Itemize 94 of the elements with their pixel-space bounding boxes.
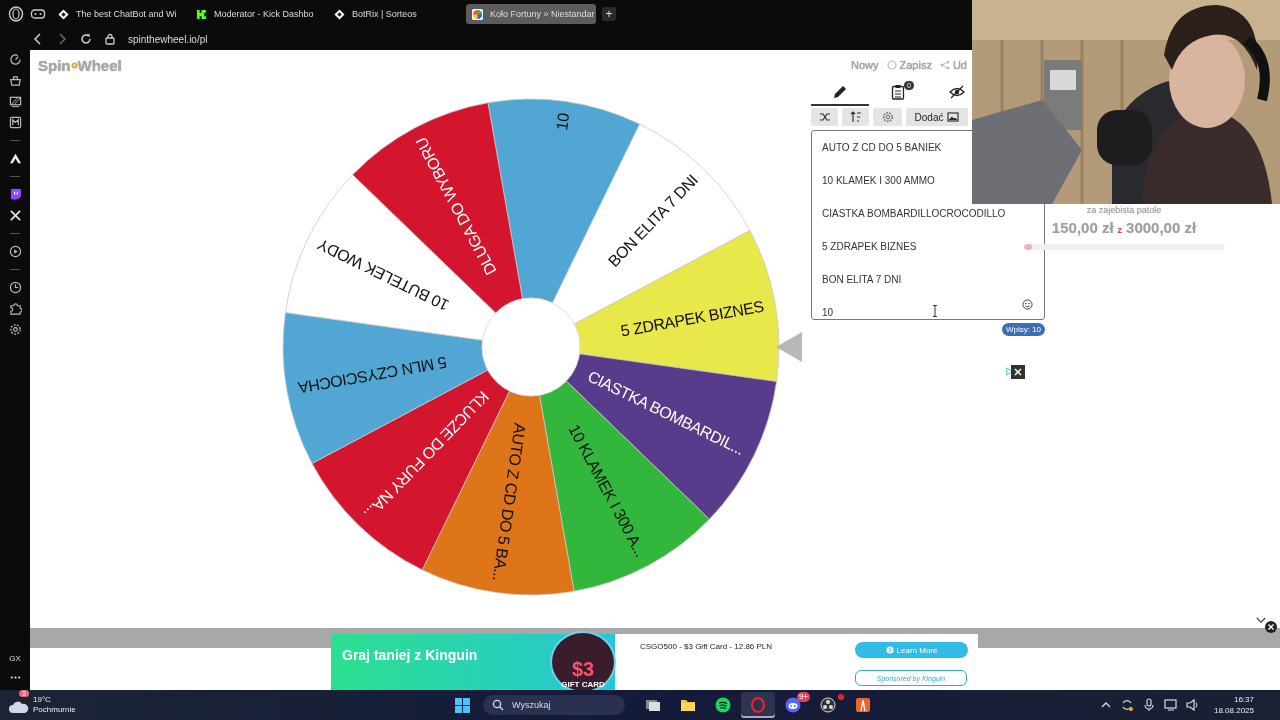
- date-text: 18.08.2025: [1213, 705, 1254, 716]
- search-field[interactable]: Wyszukaj: [483, 695, 625, 715]
- clock[interactable]: 16:37 18.08.2025: [1213, 694, 1254, 716]
- notification-badge: 9+: [796, 692, 810, 702]
- controller-face-icon: [785, 697, 801, 713]
- chat-bubble-icon[interactable]: [8, 188, 22, 201]
- text-cursor-icon: [932, 305, 938, 317]
- ad-banner[interactable]: Graj taniej z Kinguin $3 GIFT CARD: [331, 634, 615, 690]
- shuffle-button[interactable]: [811, 108, 838, 126]
- settings-icon: [881, 111, 894, 123]
- add-image-button[interactable]: Dodać: [906, 108, 968, 126]
- entry-text: 5 ZDRAPEK BIZNES: [822, 241, 917, 253]
- browser-tab[interactable]: The best ChatBot and Wi: [52, 4, 184, 24]
- weather-condition: Pochmurnie: [33, 705, 76, 715]
- entry-text: AUTO Z CD DO 5 BANIEK: [822, 142, 942, 154]
- gx-label[interactable]: GX: [9, 654, 21, 663]
- lock-icon: [104, 33, 116, 45]
- start-icon[interactable]: [455, 697, 470, 713]
- arrow-circle-icon: [885, 646, 894, 654]
- sort-icon: [849, 111, 862, 123]
- pencil-icon: [832, 84, 848, 100]
- bag-icon[interactable]: [8, 74, 22, 87]
- target-amount: 3000,00 zł: [1126, 219, 1197, 236]
- cross-icon[interactable]: [8, 209, 22, 222]
- browser-logo-icon[interactable]: [8, 6, 24, 22]
- forward-icon[interactable]: [56, 33, 68, 45]
- microphone-icon[interactable]: [1141, 698, 1156, 712]
- windows-stack-icon: [645, 697, 661, 713]
- shuffle-icon: [818, 111, 831, 123]
- emoji-icon[interactable]: [1022, 299, 1033, 310]
- ring-icon: [750, 697, 766, 713]
- peak-icon[interactable]: [8, 152, 22, 165]
- close-icon: [1013, 367, 1023, 377]
- temperature-text: 19°C: [33, 695, 52, 705]
- back-icon[interactable]: [32, 33, 44, 45]
- sound-waves-icon: [715, 697, 731, 713]
- segment-label: AUTO Z CD DO 5 BA...: [489, 422, 529, 582]
- speaker-icon[interactable]: [1185, 698, 1200, 712]
- play-icon[interactable]: [8, 245, 22, 258]
- browser-tab[interactable]: Koło Fortuny » Niestandar: [466, 4, 596, 24]
- browser-tab[interactable]: Moderator - Kick Dashbo: [190, 4, 322, 24]
- offer-text: CSGO500 - $3 Gift Card - 12.86 PLN: [640, 642, 773, 653]
- entry-text: 10: [822, 307, 834, 319]
- sort-button[interactable]: [842, 108, 869, 126]
- separator-text: z: [1117, 225, 1123, 235]
- time-text: 16:37: [1233, 694, 1254, 705]
- clock-icon[interactable]: [8, 281, 22, 294]
- puzzle-icon[interactable]: [8, 302, 22, 315]
- diamond-icon: [58, 8, 69, 20]
- reload-icon[interactable]: [80, 33, 92, 45]
- framed-m-icon[interactable]: [8, 116, 22, 129]
- network-icon[interactable]: [1163, 698, 1178, 712]
- address-field[interactable]: spinthewheel.io/pl: [128, 33, 208, 45]
- diamond-icon: [334, 8, 345, 20]
- wheel-icon: [472, 8, 483, 20]
- taskbar-button[interactable]: [741, 692, 775, 718]
- close-icon[interactable]: [1265, 621, 1277, 633]
- segment-label: 5 ZDRAPEK BIZNES: [619, 297, 765, 340]
- pointer-icon: [776, 332, 802, 362]
- road-icon: [855, 697, 871, 713]
- entry-count-badge: Wpisy: 10: [1001, 323, 1045, 336]
- striped-box-icon[interactable]: [8, 95, 22, 108]
- logo-text: Spin: [38, 56, 71, 74]
- blocky-k-icon: [196, 8, 207, 20]
- segment-label: 10: [553, 112, 573, 132]
- logo-text: Wheel: [77, 56, 122, 74]
- gauge-icon[interactable]: [8, 53, 22, 66]
- entry-text: CIASTKA BOMBARDILLOCROCODILLO: [822, 208, 1006, 220]
- gamepad-icon[interactable]: [30, 6, 46, 22]
- ad-headline: Graj taniej z Kinguin: [342, 647, 478, 663]
- share-icon: [939, 60, 950, 70]
- browser-tab[interactable]: BotRix | Sorteos: [328, 4, 460, 24]
- ad-info-icon[interactable]: [1005, 367, 1014, 376]
- goal-title: za zajebista patole: [1086, 205, 1162, 215]
- settings-icon[interactable]: [8, 323, 22, 336]
- new-tab-button[interactable]: +: [602, 7, 616, 21]
- entry-text: 10 KLAMEK I 300 AMMO: [822, 175, 935, 187]
- wheel-icon: [70, 61, 78, 69]
- clipboard-icon: [890, 84, 906, 100]
- circle-icon: [886, 60, 897, 70]
- eye-slash-icon: [949, 84, 965, 100]
- cloud-icon[interactable]: [9, 700, 29, 714]
- close-ad-button[interactable]: [1011, 365, 1025, 379]
- gift-card-badge: $3 GIFT CARD: [550, 631, 616, 693]
- three-dots-circle-icon: [820, 697, 836, 713]
- folder-icon: [680, 697, 696, 713]
- entry-text: BON ELITA 7 DNI: [822, 274, 902, 286]
- chevron-down-icon[interactable]: [1256, 617, 1266, 624]
- taskbar-button[interactable]: 9+: [776, 692, 810, 718]
- settings-button[interactable]: [873, 108, 902, 126]
- search-icon: [492, 699, 504, 711]
- notification-dot: [838, 694, 844, 700]
- image-icon: [947, 111, 960, 123]
- raised-amount: 150,00 zł: [1051, 219, 1114, 236]
